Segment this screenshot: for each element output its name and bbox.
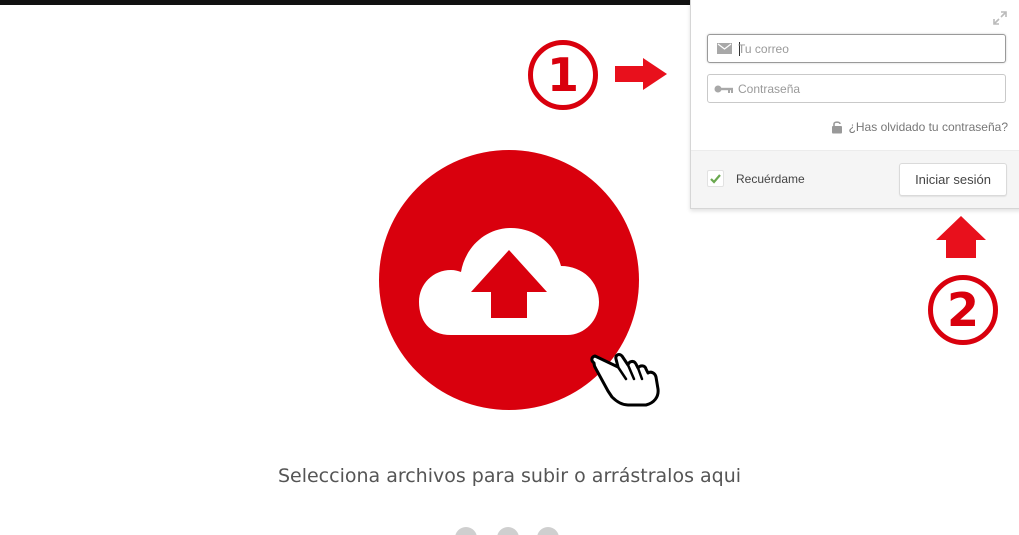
lock-icon [831, 121, 842, 134]
login-panel: ¿Has olvidado tu contraseña? Recuérdame … [690, 0, 1019, 209]
carousel-dot[interactable] [537, 527, 559, 535]
remember-me-checkbox[interactable] [707, 170, 724, 187]
step-2-marker: 2 [928, 275, 998, 345]
email-field[interactable] [707, 34, 1006, 63]
login-button[interactable]: Iniciar sesión [899, 163, 1007, 196]
key-icon [714, 85, 733, 93]
forgot-password-text: ¿Has olvidado tu contraseña? [848, 120, 1008, 134]
carousel-dot[interactable] [455, 527, 477, 535]
remember-me-label: Recuérdame [736, 171, 805, 186]
password-field[interactable] [707, 74, 1006, 103]
envelope-icon [717, 43, 732, 54]
checkmark-icon [710, 174, 721, 184]
expand-icon[interactable] [993, 11, 1007, 25]
password-input[interactable] [738, 78, 998, 99]
step-1-marker: 1 [528, 40, 598, 110]
forgot-password-link[interactable]: ¿Has olvidado tu contraseña? [831, 120, 1008, 134]
remember-me-toggle[interactable]: Recuérdame [707, 170, 805, 187]
panel-footer: Recuérdame Iniciar sesión [691, 150, 1019, 208]
arrow-right-icon [615, 58, 667, 90]
carousel-dot[interactable] [497, 527, 519, 535]
email-input[interactable] [738, 38, 998, 59]
arrow-up-icon [936, 216, 986, 258]
upload-prompt: Selecciona archivos para subir o arrástr… [277, 465, 742, 487]
pointer-hand-icon [590, 353, 660, 407]
cloud-upload-icon [419, 228, 599, 335]
